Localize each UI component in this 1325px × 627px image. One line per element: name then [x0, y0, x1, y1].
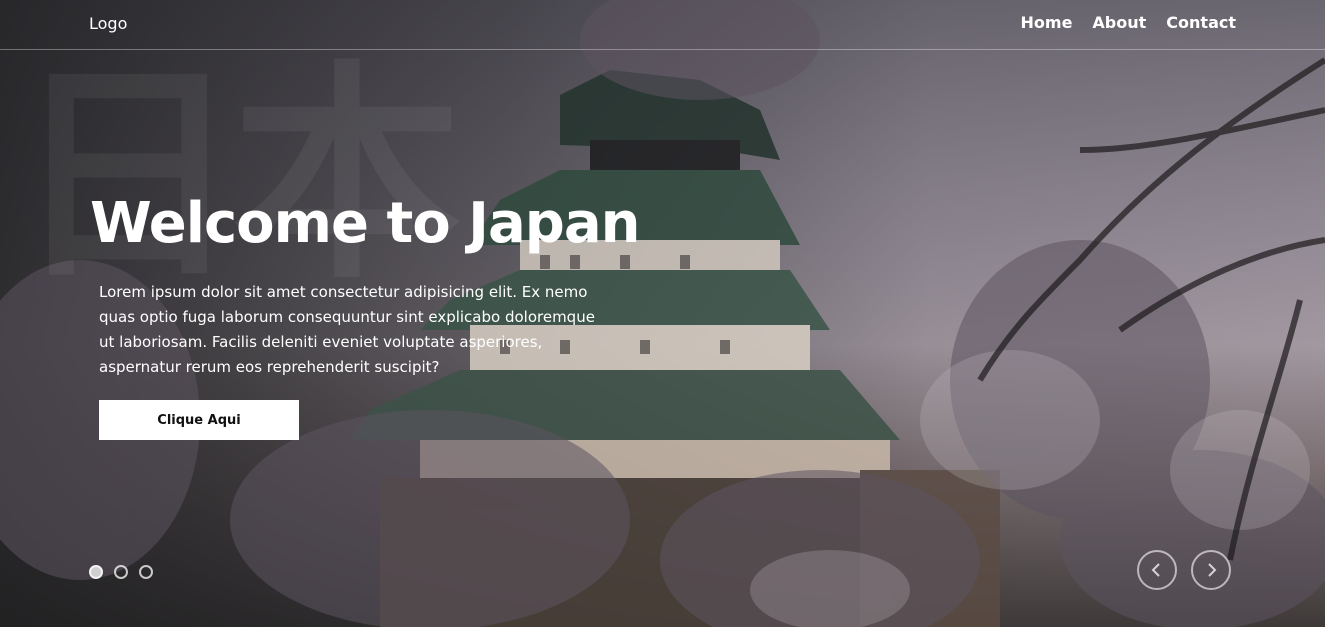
slider-dot-3[interactable] — [139, 565, 153, 579]
nav-link-about[interactable]: About — [1092, 13, 1146, 32]
nav-link-contact[interactable]: Contact — [1166, 13, 1236, 32]
hero-content: Welcome to Japan Lorem ipsum dolor sit a… — [90, 188, 710, 440]
next-slide-button[interactable] — [1191, 550, 1231, 590]
site-logo[interactable]: Logo — [89, 14, 127, 33]
top-navigation-bar: Logo Home About Contact — [0, 0, 1325, 50]
hero-description: Lorem ipsum dolor sit amet consectetur a… — [99, 283, 595, 376]
slider-dot-2[interactable] — [114, 565, 128, 579]
prev-slide-button[interactable] — [1137, 550, 1177, 590]
cta-button[interactable]: Clique Aqui — [99, 400, 299, 440]
slider-arrows — [1137, 550, 1231, 590]
hero-title: Welcome to Japan — [90, 191, 641, 256]
main-nav: Home About Contact — [1021, 13, 1236, 32]
slider-dots — [89, 565, 153, 579]
nav-link-home[interactable]: Home — [1021, 13, 1073, 32]
chevron-left-icon — [1151, 563, 1160, 577]
slider-dot-1[interactable] — [89, 565, 103, 579]
chevron-right-icon — [1208, 563, 1217, 577]
